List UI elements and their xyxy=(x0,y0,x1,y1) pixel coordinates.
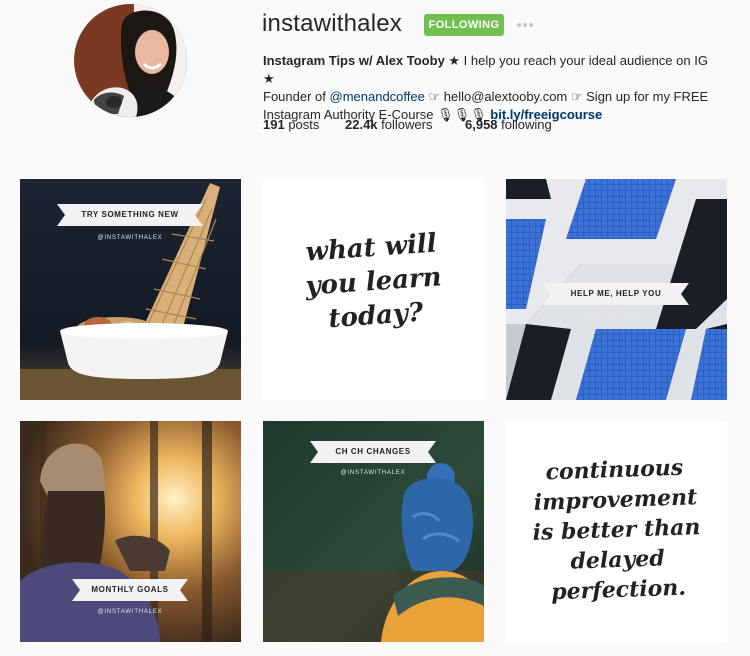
more-options-icon[interactable] xyxy=(514,14,536,36)
post-tile-6[interactable]: continuous improvement is better than de… xyxy=(506,421,727,642)
profile-avatar[interactable] xyxy=(74,4,187,117)
post-tile-4[interactable]: MONTHLY GOALS @INSTAWITHALEX xyxy=(20,421,241,642)
followers-count: 22.4k xyxy=(345,117,378,132)
post-handle: @INSTAWITHALEX xyxy=(97,609,163,615)
bio-founder-prefix: Founder of xyxy=(263,89,330,104)
profile-username: instawithalex xyxy=(262,10,403,37)
followers-label: followers xyxy=(377,117,433,132)
following-stat[interactable]: 6,958 following xyxy=(465,117,552,132)
post-quote: what will you learn today? xyxy=(270,224,478,340)
post-handle: @INSTAWITHALEX xyxy=(340,470,406,476)
following-count: 6,958 xyxy=(465,117,498,132)
post-banner: CH CH CHANGES xyxy=(310,441,436,463)
profile-bio: Instagram Tips w/ Alex Tooby ★ I help yo… xyxy=(263,52,723,124)
followers-stat[interactable]: 22.4k followers xyxy=(345,117,432,132)
post-tile-5[interactable]: CH CH CHANGES @INSTAWITHALEX xyxy=(263,421,484,642)
mention-link[interactable]: @menandcoffee xyxy=(330,89,425,104)
bio-contact: ☞ hello@alextooby.com ☞ Sign up for my F… xyxy=(424,89,709,104)
posts-stat: 191 posts xyxy=(263,117,319,132)
post-handle: @INSTAWITHALEX xyxy=(583,312,649,318)
quote-line: perfection. xyxy=(550,574,687,606)
following-label: following xyxy=(497,117,552,132)
post-tile-1[interactable]: TRY SOMETHING NEW @INSTAWITHALEX xyxy=(20,179,241,400)
post-tile-3[interactable]: HELP ME, HELP YOU @INSTAWITHALEX xyxy=(506,179,727,400)
following-button[interactable]: FOLLOWING xyxy=(424,14,504,36)
post-quote: continuous improvement is better than de… xyxy=(511,451,721,608)
post-handle: @INSTAWITHALEX xyxy=(97,235,163,241)
posts-label: posts xyxy=(284,117,320,132)
post-banner: MONTHLY GOALS xyxy=(72,579,188,601)
profile-full-name: Instagram Tips w/ Alex Tooby xyxy=(263,53,445,68)
post-banner: HELP ME, HELP YOU xyxy=(543,283,689,305)
posts-count: 191 xyxy=(263,117,285,132)
post-tile-2[interactable]: what will you learn today? xyxy=(263,179,484,400)
post-banner: TRY SOMETHING NEW xyxy=(57,204,203,226)
